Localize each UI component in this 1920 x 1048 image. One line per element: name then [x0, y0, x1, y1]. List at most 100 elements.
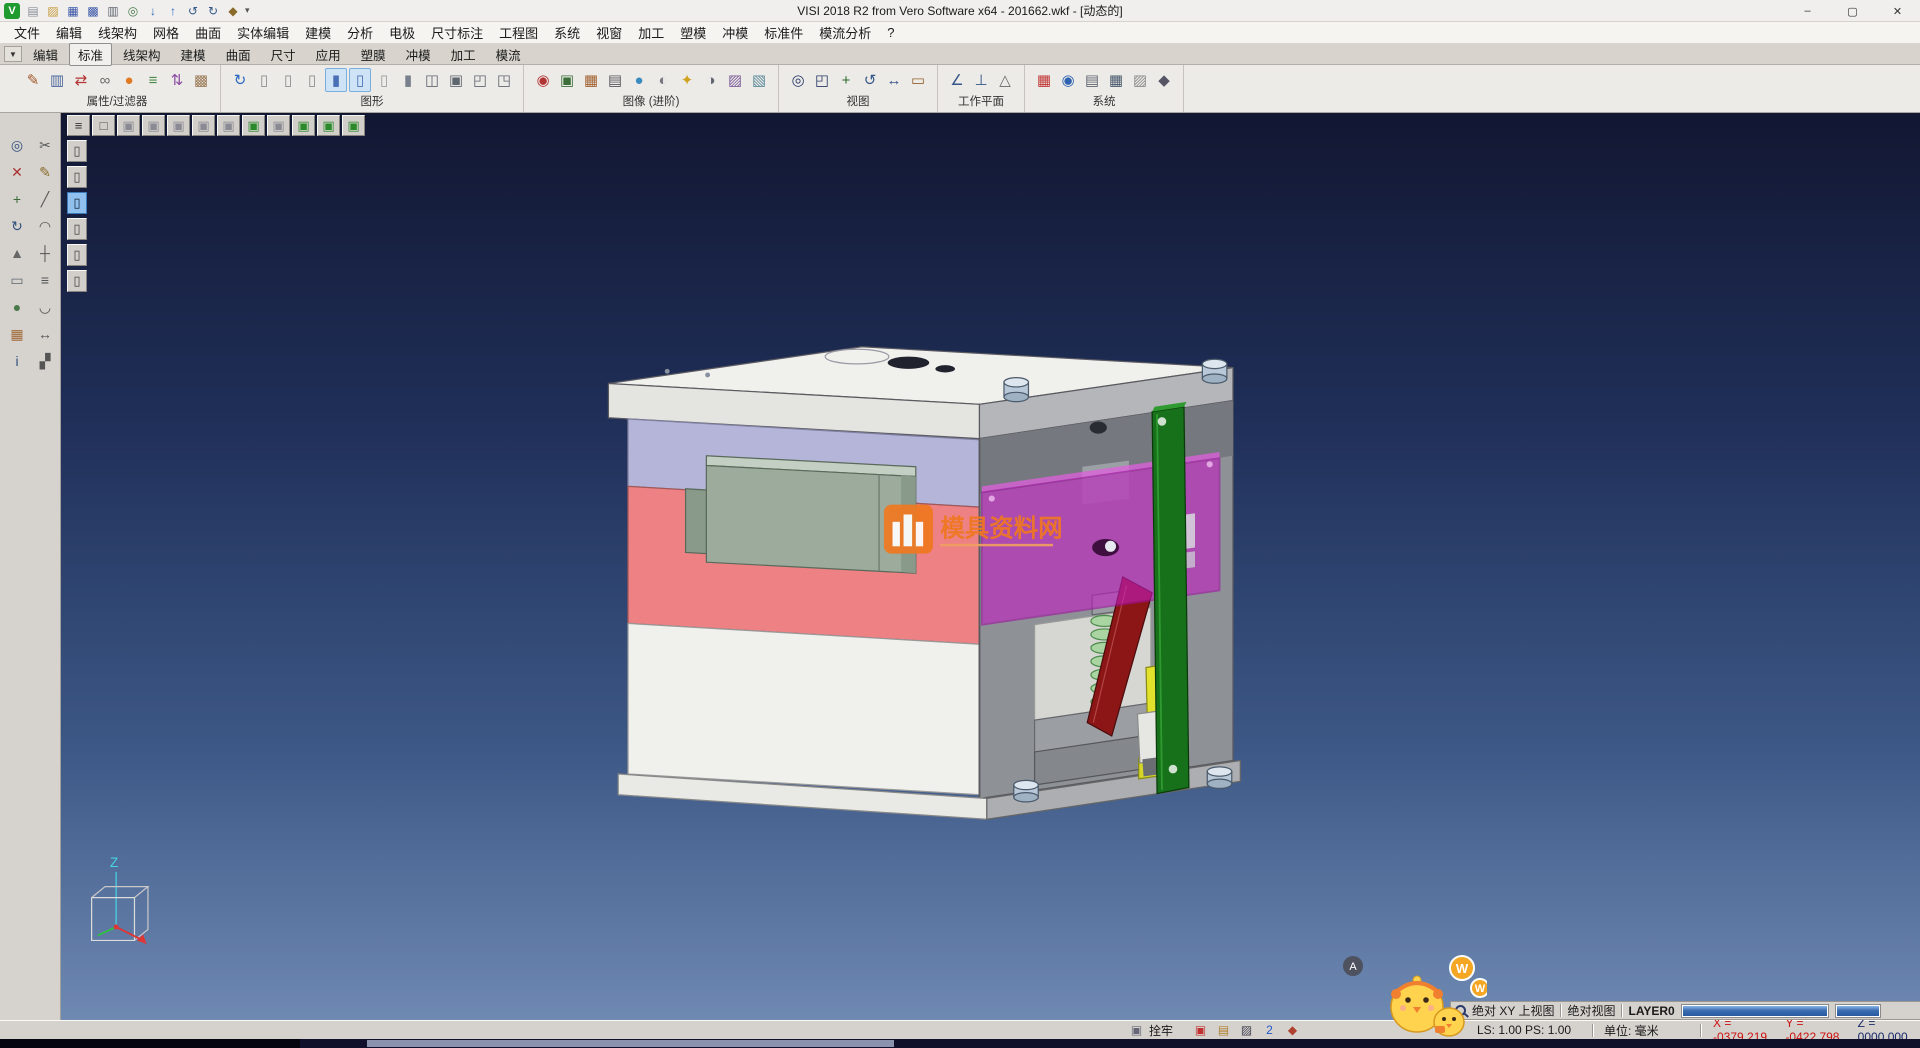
stacked-view-icon[interactable]: ▣ [445, 68, 467, 92]
viewport-layout-icon[interactable]: ≡ [67, 115, 90, 136]
menu-item[interactable]: 系统 [546, 22, 588, 43]
shadow-icon[interactable]: ◑ [700, 68, 722, 92]
viewport-3d[interactable]: ≡□▣▣▣▣▣▣▣▣▣▣ ▯▯▯▯▯▯ [61, 113, 1920, 1020]
taskbar-window-segment[interactable] [367, 1040, 894, 1047]
move-icon[interactable]: + [5, 187, 29, 211]
trim-icon[interactable]: ┼ [33, 241, 57, 265]
globe-icon[interactable]: ◉ [1057, 68, 1079, 92]
cylinder-shaded-icon[interactable]: ▯ [277, 68, 299, 92]
toolbar-tab[interactable]: 建模 [172, 43, 215, 66]
mirror-icon[interactable]: ▲ [5, 241, 29, 265]
offset-icon[interactable]: ≡ [33, 268, 57, 292]
material-icon[interactable]: ◐ [652, 68, 674, 92]
import-icon[interactable]: ↓ [144, 2, 162, 20]
light-icon[interactable]: ✦ [676, 68, 698, 92]
calculator-icon[interactable]: ▦ [1105, 68, 1127, 92]
progress-bar-long[interactable] [1681, 1004, 1829, 1018]
toolbar-tab[interactable]: 模流 [487, 43, 530, 66]
step-counter-icon[interactable]: 2 [1261, 1023, 1278, 1038]
save-icon[interactable]: ▦ [64, 2, 82, 20]
menu-item[interactable]: 工程图 [491, 22, 546, 43]
zoom-previous-icon[interactable]: ↺ [859, 68, 881, 92]
toolbar-tab[interactable]: 尺寸 [262, 43, 305, 66]
arc-icon[interactable]: ◠ [33, 214, 57, 238]
render-box-icon[interactable]: ◳ [493, 68, 515, 92]
pencil-icon[interactable]: ✎ [33, 160, 57, 184]
new-document-icon[interactable]: ▤ [24, 2, 42, 20]
menu-item[interactable]: 线架构 [90, 22, 145, 43]
gallery-icon[interactable]: ▦ [580, 68, 602, 92]
view-filter-1-icon[interactable]: ▯ [67, 140, 87, 162]
minimize-button[interactable]: – [1785, 0, 1830, 22]
view-cube-icon[interactable]: ◆ [1284, 1023, 1301, 1038]
plane-icon[interactable]: ▭ [5, 268, 29, 292]
toolbar-tab[interactable]: 曲面 [217, 43, 260, 66]
mold-assembly-model[interactable] [608, 347, 1240, 819]
regen-icon[interactable]: ↻ [229, 68, 251, 92]
zoom-in-icon[interactable]: + [835, 68, 857, 92]
save-all-icon[interactable]: ▩ [84, 2, 102, 20]
cylinder-icon[interactable]: ▯ [253, 68, 275, 92]
shading-on-icon[interactable]: ▮ [325, 68, 347, 92]
workplane-normal-icon[interactable]: ⊥ [970, 68, 992, 92]
wire-view-icon[interactable]: ▣ [267, 115, 290, 136]
close-button[interactable]: ✕ [1875, 0, 1920, 22]
os-taskbar[interactable] [0, 1039, 1920, 1048]
delete-icon[interactable]: ✕ [5, 160, 29, 184]
materials-icon[interactable]: ▦ [5, 322, 29, 346]
pan-icon[interactable]: ↔ [883, 68, 905, 92]
menu-item[interactable]: 电极 [381, 22, 423, 43]
quick-access-dropdown-icon[interactable]: ▾ [242, 5, 253, 16]
menu-item[interactable]: 冲模 [714, 22, 756, 43]
tabbar-dropdown-icon[interactable]: ▼ [4, 46, 22, 62]
menu-item[interactable]: 分析 [339, 22, 381, 43]
sheet-icon[interactable]: ▯ [373, 68, 395, 92]
zoom-window-icon[interactable]: ◰ [811, 68, 833, 92]
spreadsheet-icon[interactable]: ▤ [1081, 68, 1103, 92]
cylinder-wire-icon[interactable]: ▯ [301, 68, 323, 92]
menu-item[interactable]: ? [879, 22, 902, 43]
menu-item[interactable]: 文件 [6, 22, 48, 43]
snapshot-icon[interactable]: ◉ [532, 68, 554, 92]
view-filter-4-icon[interactable]: ▯ [67, 218, 87, 240]
menu-item[interactable]: 加工 [630, 22, 672, 43]
workplane-free-icon[interactable]: △ [994, 68, 1016, 92]
split-view-icon[interactable]: ◫ [421, 68, 443, 92]
menu-item[interactable]: 编辑 [48, 22, 90, 43]
view-filter-5-icon[interactable]: ▯ [67, 244, 87, 266]
hatch-icon[interactable]: ▨ [1129, 68, 1151, 92]
toolbar-tab[interactable]: 标准 [69, 43, 112, 66]
toolbar-tab[interactable]: 冲模 [397, 43, 440, 66]
snapshot-icon[interactable]: ▤ [1215, 1023, 1232, 1038]
rotate-icon[interactable]: ↻ [5, 214, 29, 238]
measure-icon[interactable]: ▭ [907, 68, 929, 92]
attr-brush-icon[interactable]: ✎ [22, 68, 44, 92]
side-view-icon[interactable]: ▣ [192, 115, 215, 136]
view-filter-2-icon[interactable]: ▯ [67, 166, 87, 188]
progress-bar-short[interactable] [1835, 1004, 1881, 1018]
lock-toggle-icon[interactable]: ▣ [1128, 1023, 1145, 1038]
single-view-icon[interactable]: □ [92, 115, 115, 136]
shading-edges-icon[interactable]: ▯ [349, 68, 371, 92]
export-icon[interactable]: ↑ [164, 2, 182, 20]
camera-icon[interactable]: ▣ [556, 68, 578, 92]
zoom-extents-icon[interactable]: ◎ [787, 68, 809, 92]
sphere-icon[interactable]: ● [5, 295, 29, 319]
clapperboard-icon[interactable]: ▨ [1238, 1023, 1255, 1038]
active-layer-label[interactable]: LAYER0 [1628, 1004, 1674, 1018]
info-icon[interactable]: i [5, 349, 29, 373]
toolbar-tab[interactable]: 线架构 [114, 43, 170, 66]
color-palette-icon[interactable]: ▦ [1033, 68, 1055, 92]
attr-match-icon[interactable]: ▥ [46, 68, 68, 92]
front-view-icon[interactable]: ▣ [142, 115, 165, 136]
fillet-icon[interactable]: ◡ [33, 295, 57, 319]
shaded-side-icon[interactable]: ▣ [342, 115, 365, 136]
array-icon[interactable]: ▞ [33, 349, 57, 373]
attr-swap-icon[interactable]: ⇄ [70, 68, 92, 92]
support-block[interactable] [628, 623, 979, 794]
back-view-icon[interactable]: ▣ [217, 115, 240, 136]
scene-canvas[interactable]: Z 模具资料网 [61, 113, 1920, 1020]
filter-clear-icon[interactable]: ▩ [190, 68, 212, 92]
menu-item[interactable]: 塑模 [672, 22, 714, 43]
menu-item[interactable]: 网格 [145, 22, 187, 43]
